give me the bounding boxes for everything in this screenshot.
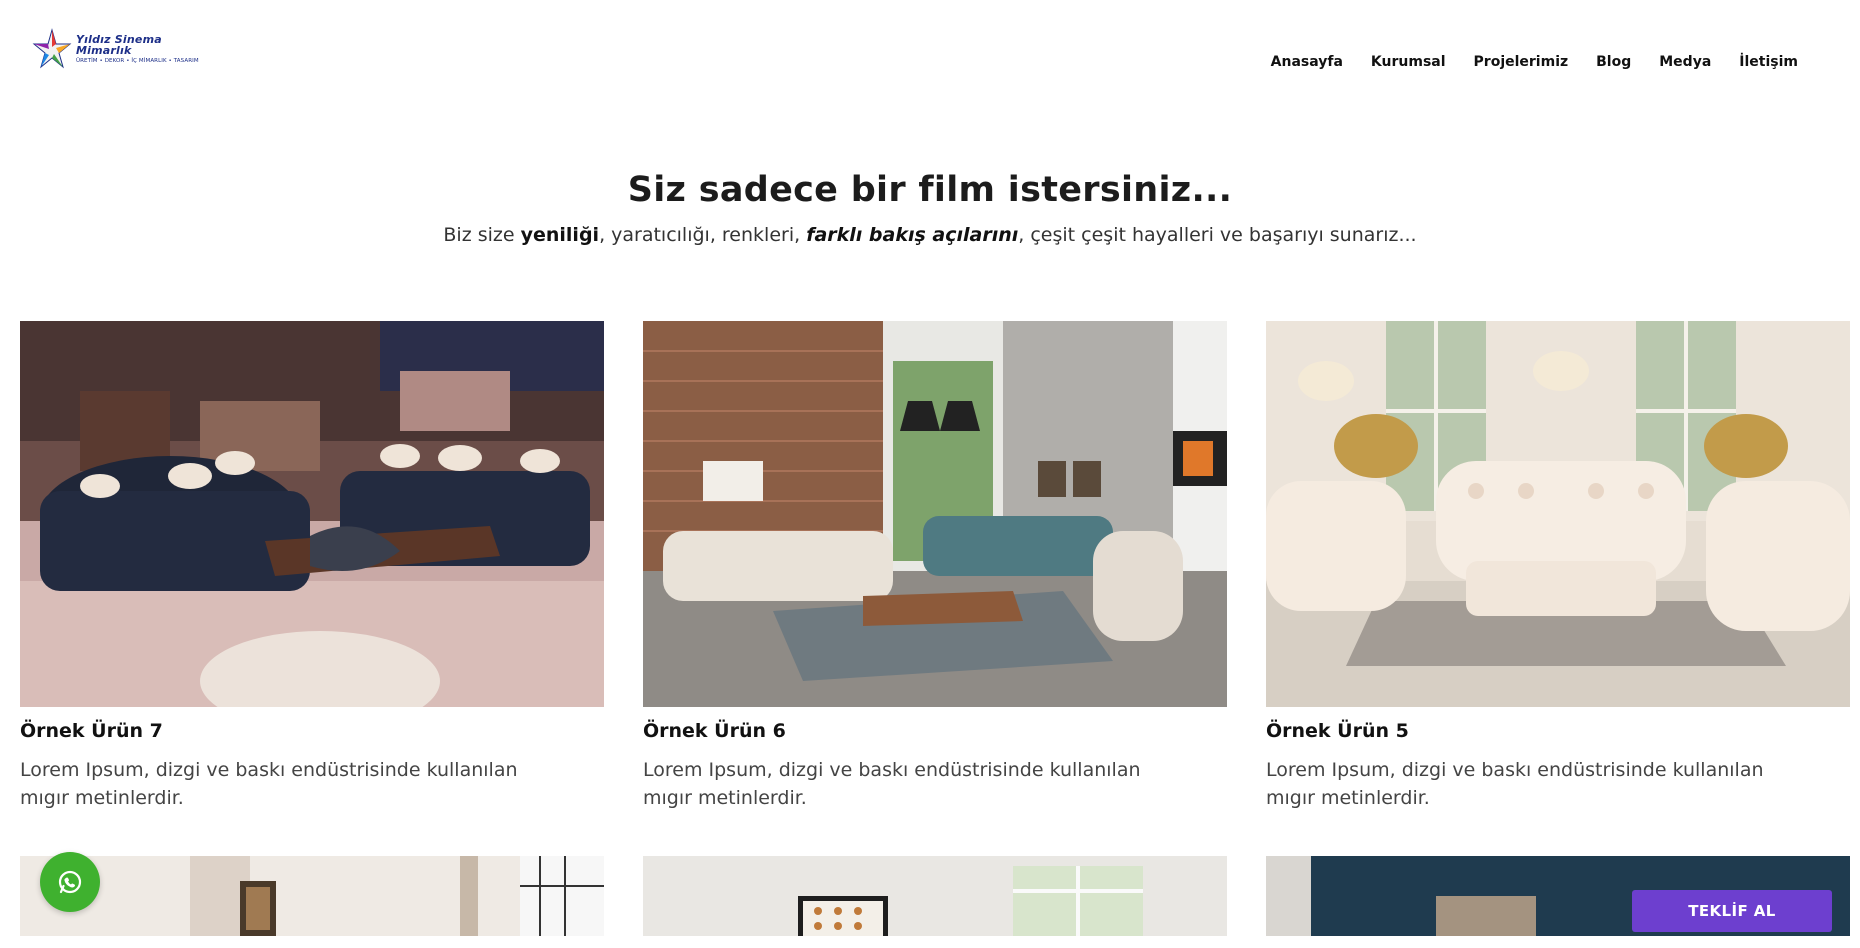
product-card[interactable] [643, 856, 1227, 936]
main-nav: Anasayfa Kurumsal Projelerimiz Blog Medy… [1271, 54, 1798, 70]
product-card[interactable]: Örnek Ürün 6 Lorem Ipsum, dizgi ve baskı… [643, 321, 1227, 812]
nav-item-anasayfa[interactable]: Anasayfa [1271, 54, 1343, 70]
hero-subtitle-part: , çeşit çeşit hayalleri ve başarıyı suna… [1018, 224, 1417, 246]
hero-subtitle-part: , yaratıcılığı, renkleri, [599, 224, 807, 246]
product-card[interactable]: Örnek Ürün 5 Lorem Ipsum, dizgi ve baskı… [1266, 321, 1850, 812]
hero-subtitle-part: Biz size [443, 224, 521, 246]
site-header: Yıldız Sinema Mimarlık ÜRETİM • DEKOR • … [0, 0, 1860, 120]
product-title[interactable]: Örnek Ürün 7 [20, 720, 604, 742]
product-description: Lorem Ipsum, dizgi ve baskı endüstrisind… [20, 759, 518, 809]
product-title[interactable]: Örnek Ürün 5 [1266, 720, 1850, 742]
hero-subtitle-italic: farklı bakış açılarını [806, 224, 1019, 246]
nav-item-iletisim[interactable]: İletişim [1739, 54, 1798, 70]
site-logo[interactable]: Yıldız Sinema Mimarlık ÜRETİM • DEKOR • … [30, 26, 199, 72]
product-image[interactable] [20, 856, 604, 936]
product-card[interactable]: Örnek Ürün 7 Lorem Ipsum, dizgi ve baskı… [20, 321, 604, 812]
product-description: Lorem Ipsum, dizgi ve baskı endüstrisind… [643, 759, 1141, 809]
nav-item-blog[interactable]: Blog [1596, 54, 1631, 70]
product-description: Lorem Ipsum, dizgi ve baskı endüstrisind… [1266, 759, 1764, 809]
product-image[interactable] [643, 856, 1227, 936]
product-image[interactable] [643, 321, 1227, 707]
product-card[interactable] [20, 856, 604, 936]
nav-item-kurumsal[interactable]: Kurumsal [1371, 54, 1446, 70]
whatsapp-icon [58, 870, 82, 894]
hero-subtitle: Biz size yeniliği, yaratıcılığı, renkler… [0, 224, 1860, 246]
hero-subtitle-bold: yeniliği [520, 224, 600, 246]
product-image[interactable] [1266, 321, 1850, 707]
brand-name: Yıldız Sinema Mimarlık [76, 32, 162, 57]
product-image[interactable] [20, 321, 604, 707]
hero-title: Siz sadece bir film istersiniz... [627, 170, 1233, 210]
nav-item-medya[interactable]: Medya [1659, 54, 1711, 70]
brand-tagline: ÜRETİM • DEKOR • İÇ MİMARLIK • TASARIM [76, 57, 199, 64]
star-logo-icon [32, 28, 72, 69]
whatsapp-button[interactable] [40, 852, 100, 912]
nav-item-projelerimiz[interactable]: Projelerimiz [1474, 54, 1569, 70]
quote-request-button[interactable]: TEKLİF AL [1632, 890, 1832, 932]
product-title[interactable]: Örnek Ürün 6 [643, 720, 1227, 742]
product-grid: Örnek Ürün 7 Lorem Ipsum, dizgi ve baskı… [20, 321, 1860, 936]
hero-section: Siz sadece bir film istersiniz... Biz si… [0, 170, 1860, 246]
